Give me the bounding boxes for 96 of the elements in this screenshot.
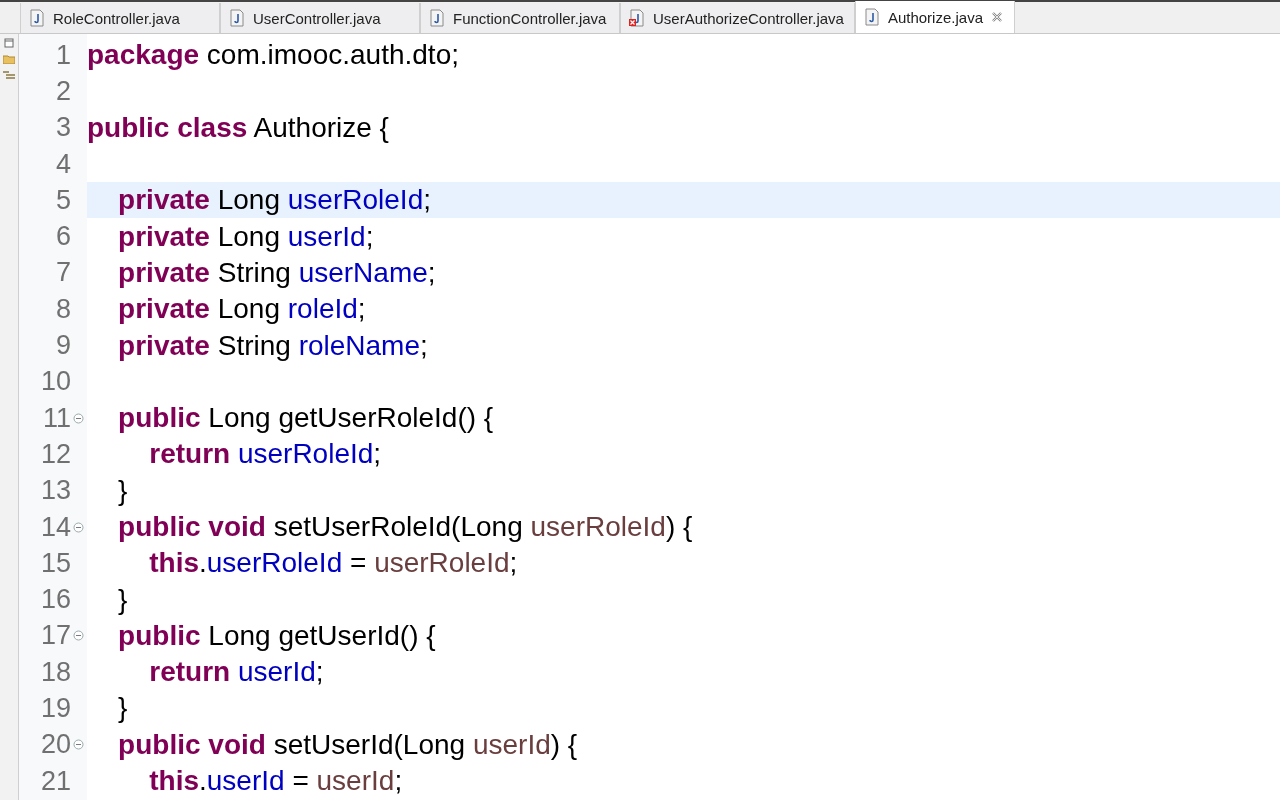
line-number: 20: [39, 729, 71, 761]
java-file-icon: [29, 9, 45, 27]
line-number: 21: [39, 765, 71, 797]
code-token: package: [87, 39, 200, 72]
code-token: Authorize {: [252, 111, 389, 144]
line-number: 19: [39, 693, 71, 724]
code-token: =: [291, 765, 310, 798]
code-token: .: [199, 765, 207, 798]
code-token: public void: [117, 728, 266, 761]
code-token: }: [117, 583, 128, 616]
code-token: ;: [509, 547, 518, 580]
restore-icon[interactable]: [4, 38, 14, 48]
code-token: ;: [373, 438, 382, 471]
line-number: 17: [39, 620, 71, 652]
line-number: 13: [39, 475, 71, 507]
java-file-error-icon: [629, 9, 645, 27]
editor-tab[interactable]: FunctionController.java: [420, 3, 620, 33]
fold-icon[interactable]: [73, 521, 84, 533]
code-token: String: [216, 256, 292, 289]
fold-icon[interactable]: [73, 412, 84, 424]
line-number: 16: [39, 584, 71, 616]
line-number: 3: [54, 112, 71, 144]
line-number: 5: [54, 184, 71, 216]
editor-tab[interactable]: RoleController.java: [20, 3, 220, 33]
code-token: Long: [216, 220, 281, 253]
code-token: private: [117, 184, 210, 217]
code-token: ) {: [665, 511, 693, 543]
code-token: userId: [237, 656, 316, 689]
code-token: ;: [315, 656, 324, 689]
code-token: this: [148, 765, 199, 798]
line-number: 15: [39, 547, 71, 579]
line-number: 4: [54, 148, 71, 180]
java-file-icon: [429, 9, 445, 27]
code-token: Long: [216, 293, 281, 326]
line-number: 10: [39, 366, 71, 398]
editor-tab[interactable]: UserController.java: [220, 3, 420, 33]
code-token: private: [117, 220, 210, 253]
code-token: ;: [427, 256, 436, 289]
code-token: Long getUserId() {: [207, 619, 436, 652]
outline-icon[interactable]: [3, 70, 15, 80]
code-token: userName: [298, 256, 428, 289]
fold-icon[interactable]: [73, 630, 84, 642]
line-number: 1: [54, 39, 71, 71]
code-token: userRoleId: [206, 547, 343, 580]
editor-tab[interactable]: UserAuthorizeController.java: [620, 3, 855, 33]
code-token: userRoleId: [530, 511, 666, 543]
code-token: private: [117, 293, 210, 326]
code-token: userRoleId: [374, 547, 510, 580]
code-token: private: [117, 256, 210, 289]
code-token: ;: [420, 329, 428, 362]
code-token: ;: [357, 293, 366, 326]
code-token: roleId: [287, 293, 358, 326]
code-token: userRoleId: [237, 438, 374, 471]
line-number: 18: [39, 656, 71, 688]
code-token: userId: [472, 728, 551, 761]
code-token: public void: [117, 511, 266, 543]
line-number: 7: [54, 257, 71, 289]
code-token: roleName: [298, 329, 421, 362]
code-token: ;: [365, 220, 374, 253]
code-token: }: [117, 474, 128, 507]
code-token: userId: [287, 220, 366, 253]
line-number: 11: [41, 402, 71, 434]
code-token: userRoleId: [287, 184, 424, 217]
code-token: Long: [216, 184, 281, 217]
code-token: public: [117, 402, 201, 435]
code-token: ) {: [550, 728, 578, 761]
code-token: }: [117, 692, 128, 725]
code-token: setUserId(Long: [272, 728, 467, 761]
line-number: 14: [39, 511, 71, 543]
code-token: userId: [206, 765, 285, 798]
folder-icon[interactable]: [3, 54, 15, 64]
line-number: 9: [54, 330, 71, 361]
code-token: .: [199, 547, 207, 580]
line-number: 6: [54, 221, 71, 253]
java-file-icon: [229, 9, 245, 27]
code-token: public class: [87, 111, 248, 144]
line-number: 2: [54, 75, 71, 107]
code-token: com.imooc.auth.dto;: [205, 39, 459, 72]
code-token: ;: [394, 765, 403, 798]
line-number: 12: [39, 438, 71, 470]
code-token: Long getUserRoleId() {: [207, 402, 494, 435]
code-token: setUserRoleId(Long: [272, 511, 524, 543]
code-token: ;: [423, 184, 431, 217]
editor-tab[interactable]: Authorize.java: [854, 1, 1015, 33]
code-token: public: [117, 619, 201, 652]
code-token: return: [148, 438, 232, 471]
code-token: return: [148, 656, 232, 689]
line-number: 8: [54, 293, 71, 325]
code-token: private: [117, 329, 210, 362]
close-icon[interactable]: [991, 11, 1003, 23]
code-token: =: [348, 547, 368, 580]
code-token: this: [148, 547, 199, 580]
java-file-icon: [863, 8, 880, 26]
code-token: String: [216, 329, 292, 362]
fold-icon[interactable]: [73, 739, 84, 751]
code-token: userId: [316, 765, 395, 798]
